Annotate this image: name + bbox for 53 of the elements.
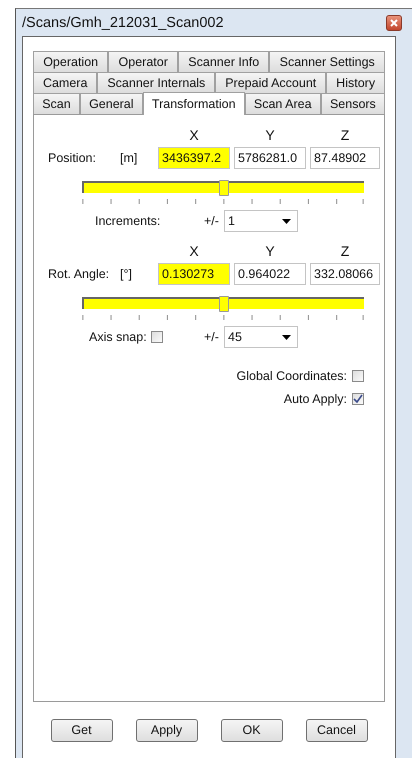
axis-label: Z [340,127,350,143]
checkbox[interactable] [150,331,163,343]
tab[interactable]: Scanner Info [178,51,270,72]
plus-minus-label: +/- [204,214,220,228]
unit-label: [m] [120,151,138,165]
tab[interactable]: Operator [108,51,178,72]
axis-label: X [188,243,200,259]
plus-minus-label: +/- [204,330,220,344]
axis-label: Z [340,243,350,259]
tab[interactable]: Prepaid Account [215,72,326,93]
checkbox[interactable] [352,393,364,405]
dropdown[interactable]: 45 [224,326,298,348]
unit-label: [°] [120,267,133,281]
dropdown-arrow-icon [282,334,291,340]
axis-label: Y [264,243,276,259]
slider-track[interactable] [82,297,364,309]
input-field[interactable]: 0.130273 [158,263,230,285]
dialog-button[interactable]: OK [220,718,282,742]
field-label: Rot. Angle: [48,267,110,281]
axis-label: Y [264,127,276,143]
dropdown-arrow-icon [282,218,291,224]
checkbox-label: Global Coordinates: [236,369,347,383]
slider-thumb[interactable] [219,180,229,196]
field-label: Position: [48,151,97,165]
tab[interactable]: Camera [33,72,98,93]
axis-label: X [188,127,200,143]
dialog-button[interactable]: Get [50,718,112,742]
tab[interactable]: Sensors [320,93,385,114]
slider-thumb[interactable] [219,296,229,312]
dialog-button[interactable]: Cancel [306,718,368,742]
tab[interactable]: General [80,93,143,114]
checkbox-label: Axis snap: [89,330,147,344]
input-field[interactable]: 5786281.0 [234,147,306,169]
dropdown[interactable]: 1 [224,210,298,232]
input-field[interactable]: 87.48902 [310,147,380,169]
tab[interactable]: History [326,72,386,93]
tab[interactable]: Transformation [142,92,245,115]
tab[interactable]: Operation [33,51,108,72]
input-field[interactable]: 3436397.2 [158,147,230,169]
increments-label: Increments: [95,214,160,228]
window-title: /Scans/Gmh_212031_Scan002 [22,14,224,30]
slider-track[interactable] [82,181,364,193]
tab[interactable]: Scanner Settings [269,51,386,72]
tab[interactable]: Scan [33,93,80,114]
input-field[interactable]: 0.964022 [234,263,306,285]
checkbox[interactable] [352,370,364,382]
close-icon [390,18,398,26]
tab[interactable]: Scan Area [244,93,321,114]
input-field[interactable]: 332.08066 [310,263,380,285]
close-button[interactable] [386,14,402,30]
checkbox-label: Auto Apply: [284,392,347,406]
dialog-button[interactable]: Apply [136,718,198,742]
tab[interactable]: Scanner Internals [97,72,216,93]
